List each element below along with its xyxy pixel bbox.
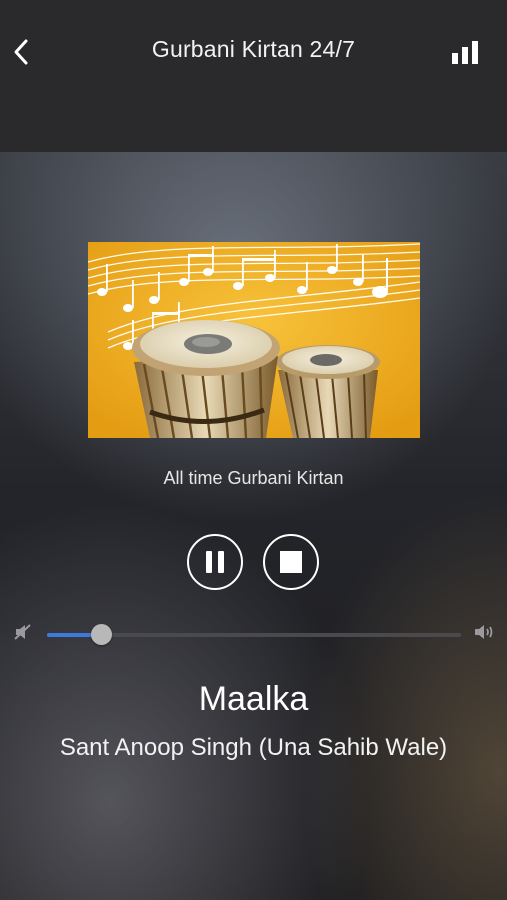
station-subtitle: All time Gurbani Kirtan	[163, 468, 344, 488]
track-title: Maalka	[198, 680, 309, 718]
page-title: Gurbani Kirtan 24/7	[151, 36, 356, 62]
pause-button[interactable]	[187, 534, 243, 590]
pause-icon	[206, 551, 224, 573]
volume-max-icon	[475, 625, 493, 639]
nav-bar: Gurbani Kirtan 24/7	[0, 0, 507, 152]
player-content: All time Gurbani Kirtan Maalka Sant Anoo…	[0, 152, 507, 900]
stop-button[interactable]	[263, 534, 319, 590]
player-screen: Gurbani Kirtan 24/7 All time Gurbani Kir…	[0, 0, 507, 900]
volume-slider-thumb[interactable]	[90, 624, 112, 645]
stats-button[interactable]	[450, 40, 480, 66]
stop-icon	[280, 551, 302, 573]
bar-chart-icon	[452, 41, 478, 64]
tabla-music-notes-image	[88, 242, 420, 438]
station-artwork	[88, 242, 420, 438]
volume-slider[interactable]	[47, 624, 461, 645]
volume-mute-icon	[14, 624, 31, 640]
track-artist: Sant Anoop Singh (Una Sahib Wale)	[59, 734, 448, 761]
